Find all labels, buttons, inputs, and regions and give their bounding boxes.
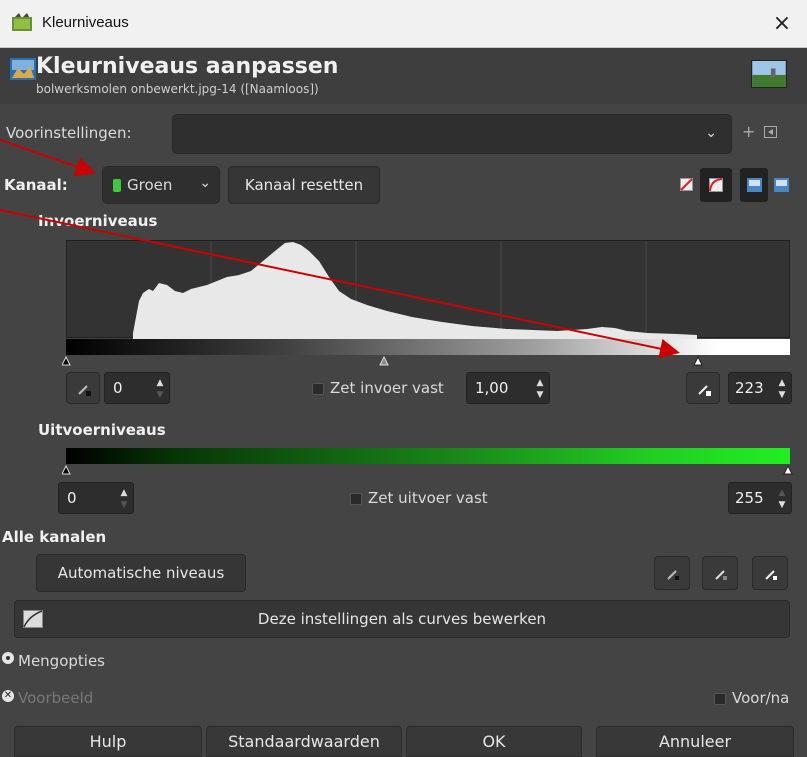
add-preset-icon[interactable]: + [742,122,755,141]
spinner-arrows-icon: ▲ ▼ [536,378,544,400]
histogram-plot [133,241,697,339]
defaults-button[interactable]: Standaardwaarden [206,726,402,757]
chevron-down-icon: ⌄ [199,175,211,191]
curves-icon [23,610,43,628]
cancel-button[interactable]: Annuleer [596,726,794,757]
window-title: Kleurniveaus [42,14,129,31]
output-gradient-bar [66,448,790,464]
gamma-spinner[interactable]: 1,00 ▲ ▼ [466,372,550,404]
dialog-title: Kleurniveaus aanpassen [36,54,339,79]
pick-gray-all-button[interactable] [702,556,738,590]
pick-white-all-button[interactable] [752,556,788,590]
image-preview-toggle[interactable] [740,168,768,202]
input-level-markers[interactable] [62,355,794,367]
eyedropper-white-icon [698,385,711,396]
input-clamp-checkbox[interactable] [312,383,324,395]
pick-black-all-button[interactable] [654,556,690,590]
input-high-spinner[interactable]: 223 ▲ ▼ [728,372,792,404]
output-levels-title: Uitvoerniveaus [38,421,166,439]
split-view-checkbox[interactable] [714,693,726,705]
reset-channel-button[interactable]: Kanaal resetten [228,166,380,204]
blend-options-label[interactable]: Mengopties [18,652,105,670]
input-high-value: 223 [735,379,764,397]
close-icon[interactable]: × [757,0,807,46]
eyedropper-white-icon [765,570,777,580]
input-low-value: 0 [113,379,123,397]
channel-label: Kanaal: [4,176,68,194]
image-preview-alt-icon[interactable] [774,178,789,192]
log-histogram-toggle[interactable] [700,168,732,202]
window-titlebar: Kleurniveaus × [0,0,807,48]
output-high-spinner[interactable]: 255 ▲ ▼ [728,482,792,514]
input-gradient-bar [66,339,790,355]
split-view-label[interactable]: Voor/na [732,689,789,707]
black-point-picker-button[interactable] [66,372,100,404]
spinner-arrows-icon: ▲ ▼ [778,488,786,510]
edit-as-curves-label: Deze instellingen als curves bewerken [257,610,547,628]
log-histogram-icon [709,178,723,192]
output-level-markers[interactable] [62,464,794,476]
ok-button[interactable]: OK [406,726,582,757]
eyedropper-black-icon [667,570,679,580]
chevron-down-icon: ⌄ [705,125,717,141]
levels-icon [10,58,36,80]
image-name: bolwerksmolen onbewerkt.jpg-14 ([Naamloo… [36,82,319,96]
channel-combo[interactable]: Groen ⌄ [102,166,220,204]
spinner-arrows-icon: ▲ ▼ [778,378,786,400]
presets-label: Voorinstellingen: [6,124,132,142]
output-high-value: 255 [735,489,764,507]
gamma-value: 1,00 [475,379,509,397]
green-channel-swatch [113,179,121,192]
spinner-arrows-icon: ▲ ▼ [156,378,164,400]
image-thumbnail [751,60,787,88]
white-point-picker-button[interactable] [686,372,720,404]
all-channels-title: Alle kanalen [2,528,107,546]
help-button[interactable]: Hulp [14,726,202,757]
presets-combo[interactable]: ⌄ [172,114,732,154]
presets-menu-icon[interactable] [764,126,777,138]
output-clamp-checkbox[interactable] [350,493,362,505]
input-levels-title: Invoerniveaus [38,212,158,230]
eyedropper-black-icon [78,385,91,396]
gimp-app-icon [12,13,32,31]
preview-check-icon[interactable]: ✕ [2,690,14,702]
channel-value: Groen [127,176,173,194]
eyedropper-gray-icon [715,570,727,580]
expander-icon[interactable] [2,652,14,664]
output-clamp-label: Zet uitvoer vast [368,489,488,507]
edit-as-curves-button[interactable]: Deze instellingen als curves bewerken [14,600,790,638]
annotation-arrow-channel [0,139,96,177]
output-low-spinner[interactable]: 0 ▲ ▼ [58,482,134,514]
auto-levels-button[interactable]: Automatische niveaus [36,554,246,592]
histogram-shape [133,242,697,339]
input-low-spinner[interactable]: 0 ▲ ▼ [104,372,170,404]
input-clamp-label: Zet invoer vast [330,379,444,397]
linear-histogram-icon[interactable] [680,178,693,191]
preview-label[interactable]: Voorbeeld [18,689,93,707]
output-low-value: 0 [67,489,77,507]
image-preview-icon [747,178,762,192]
spinner-arrows-icon: ▲ ▼ [120,488,128,510]
histogram [66,240,790,339]
dialog-header: Kleurniveaus aanpassen bolwerksmolen onb… [0,48,807,104]
